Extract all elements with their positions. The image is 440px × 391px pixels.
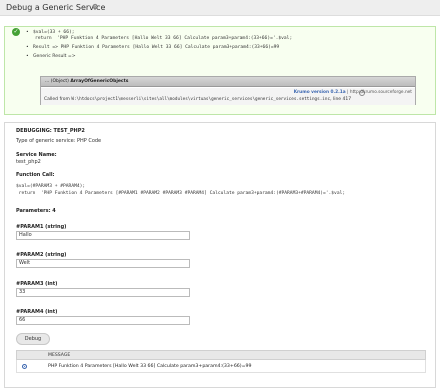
param1-input[interactable]: Hallo bbox=[16, 231, 190, 240]
function-code-line-1: $val=(#PARAM3 + #PARAM4); bbox=[16, 184, 86, 189]
parameters-count: Parameters: 4 bbox=[16, 208, 56, 214]
function-call-label: Function Call: bbox=[16, 172, 55, 178]
param4-input[interactable]: 66 bbox=[16, 316, 190, 325]
result-list: $val=(33 + 66); return 'PHP Funktion 4 P… bbox=[26, 30, 431, 60]
table-row[interactable]: PHP Funktion 4 Parameters [Hallo Welt 33… bbox=[16, 360, 426, 373]
message-cell: PHP Funktion 4 Parameters [Hallo Welt 33… bbox=[48, 364, 252, 369]
param3-label: #PARAM3 (int) bbox=[16, 281, 58, 287]
krumo-header[interactable]: ... (Object) ArrayOfGenericObjects bbox=[41, 77, 415, 87]
param2-label: #PARAM2 (string) bbox=[16, 252, 67, 258]
result-line-generic: Generic Result => bbox=[26, 54, 431, 60]
result-line-result: Result => PHP Funktion 4 Parameters [Hal… bbox=[26, 45, 431, 51]
service-name-value: test_php2 bbox=[16, 159, 41, 165]
gear-icon[interactable]: ⚙ bbox=[92, 4, 99, 11]
param1-label: #PARAM1 (string) bbox=[16, 224, 67, 230]
check-icon: ✓ bbox=[12, 28, 20, 36]
debug-form-panel bbox=[4, 122, 436, 388]
krumo-version-label: Krumo version 0.2.1a bbox=[293, 90, 346, 95]
debug-button[interactable]: Debug bbox=[16, 333, 50, 345]
service-type: Type of generic service: PHP Code bbox=[16, 138, 102, 144]
page-header: Debug a Generic Service ⚙ bbox=[0, 0, 440, 16]
table-header: MESSAGE bbox=[16, 350, 426, 360]
param2-input[interactable]: Welt bbox=[16, 259, 190, 268]
param3-input[interactable]: 33 bbox=[16, 288, 190, 297]
called-line: , line 417 bbox=[330, 97, 352, 102]
service-name-label: Service Name: bbox=[16, 152, 57, 158]
param4-label: #PARAM4 (int) bbox=[16, 309, 58, 315]
krumo-called-from: Called from W:\htdocs\project1\messerli\… bbox=[44, 97, 351, 102]
row-select-radio[interactable] bbox=[22, 364, 27, 369]
krumo-header-class: ArrayOfGenericObjects bbox=[70, 79, 129, 84]
krumo-dump: ... (Object) ArrayOfGenericObjects • Kru… bbox=[40, 76, 416, 105]
page-title: Debug a Generic Service bbox=[6, 3, 106, 12]
results-table: MESSAGE PHP Funktion 4 Parameters [Hallo… bbox=[16, 350, 426, 373]
debugging-heading: DEBUGGING: TEST_PHP2 bbox=[16, 128, 85, 134]
krumo-version-link[interactable]: | http://krumo.sourceforge.net bbox=[347, 90, 412, 95]
called-path: W:\htdocs\project1\messerli\sites\all\mo… bbox=[71, 97, 331, 102]
krumo-header-prefix: ... (Object) bbox=[45, 79, 69, 84]
result-line-return: return 'PHP Funktion 4 Parameters [Hallo… bbox=[35, 36, 293, 41]
function-code-line-2: return 'PHP Funktion 4 Parameters [#PARA… bbox=[16, 191, 346, 196]
krumo-footer: • Krumo version 0.2.1a | http://krumo.so… bbox=[41, 88, 415, 105]
called-prefix: Called from bbox=[44, 97, 70, 102]
krumo-version[interactable]: Krumo version 0.2.1a | http://krumo.sour… bbox=[294, 90, 412, 95]
